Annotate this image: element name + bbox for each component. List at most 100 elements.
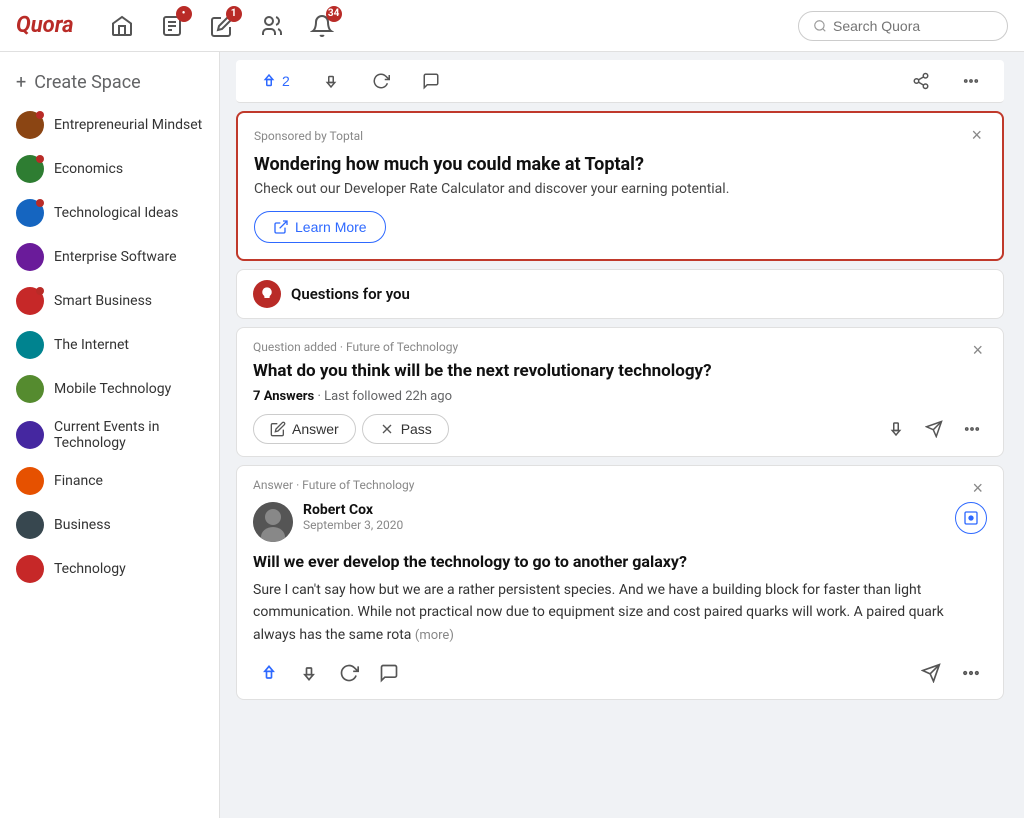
answer-share-refresh-button[interactable] [333,659,365,687]
downvote-icon [887,420,905,438]
answer-card: Answer · Future of Technology × Robert C… [236,465,1004,700]
follow-time: · Last followed 22h ago [317,389,452,404]
question-meta: Question added · Future of Technology [253,340,458,354]
ad-header: Sponsored by Toptal × [238,113,1002,150]
create-space-button[interactable]: + Create Space [0,62,219,103]
upvote-button[interactable]: 2 [252,68,298,94]
downvote-button[interactable] [314,68,348,94]
ellipsis-h-icon [963,420,981,438]
notes-nav-button[interactable]: • [156,10,188,42]
answer-downvote-button[interactable] [293,659,325,687]
pass-button[interactable]: Pass [362,414,449,444]
top-interaction-bar: 2 [236,60,1004,103]
answer-date: September 3, 2020 [303,518,945,532]
learn-more-label: Learn More [295,219,367,235]
sidebar-avatar-wrap [16,199,44,227]
sidebar-item-label: Smart Business [54,293,152,309]
answer-card-body: Answer · Future of Technology × Robert C… [237,466,1003,699]
main-content: 2 [220,52,1020,818]
search-input[interactable] [833,18,993,34]
sidebar-item-current-events-technology[interactable]: Current Events in Technology [0,411,219,459]
avatar-image [253,502,293,542]
share-button[interactable] [364,68,398,94]
sidebar-item-technological-ideas[interactable]: Technological Ideas [0,191,219,235]
sidebar-item-business[interactable]: Business [0,503,219,547]
answer-upvote-button[interactable] [253,659,285,687]
external-link-icon [273,219,289,235]
question-more-actions [881,416,987,442]
refresh-icon [372,72,390,90]
question-stats: 7 Answers · Last followed 22h ago [253,389,987,404]
lightbulb-icon [259,286,275,302]
bookmark-button[interactable] [955,502,987,534]
more-options-button[interactable] [904,68,938,94]
sidebar-avatar-wrap [16,331,44,359]
pass-label: Pass [401,421,432,437]
sidebar-item-technology[interactable]: Technology [0,547,219,591]
comment-button[interactable] [414,68,448,94]
question-card-body: Question added · Future of Technology × … [237,328,1003,456]
bookmark-icon [963,510,979,526]
edit-badge: 1 [226,6,242,22]
sidebar-avatar-wrap [16,243,44,271]
sidebar-item-smart-business[interactable]: Smart Business [0,279,219,323]
sidebar-avatar-wrap [16,287,44,315]
sidebar-item-finance[interactable]: Finance [0,459,219,503]
answer-user-avatar [253,502,293,542]
question-actions: Answer Pass [253,414,987,444]
answer-more-link[interactable]: (more) [415,628,454,643]
sidebar-item-label: Current Events in Technology [54,419,203,451]
answer-button[interactable]: Answer [253,414,356,444]
quora-logo[interactable]: Quora [16,13,74,38]
ellipsis-icon [961,663,981,683]
search-bar[interactable] [798,11,1008,41]
sidebar-dot-badge [36,287,44,295]
answer-user-info: Robert Cox September 3, 2020 [253,502,987,542]
ad-sponsor-label: Sponsored by Toptal [254,129,363,143]
question-downvote-button[interactable] [881,416,911,442]
topnav: Quora • 1 [0,0,1024,52]
answer-close-button[interactable]: × [968,478,987,499]
sidebar-item-entrepreneurial-mindset[interactable]: Entrepreneurial Mindset [0,103,219,147]
question-share-button[interactable] [919,416,949,442]
sidebar-avatar-wrap [16,155,44,183]
ellipsis-icon [962,72,980,90]
comment-icon [379,663,399,683]
sidebar: + Create Space Entrepreneurial Mindset E… [0,52,220,818]
learn-more-button[interactable]: Learn More [254,211,386,243]
answer-ellipsis-button[interactable] [955,659,987,687]
question-card: Question added · Future of Technology × … [236,327,1004,457]
sidebar-item-label: Finance [54,473,103,489]
questions-for-you-bar: Questions for you [236,269,1004,319]
answer-text: Sure I can't say how but we are a rather… [253,579,987,647]
sidebar-avatar-wrap [16,111,44,139]
sidebar-item-enterprise-software[interactable]: Enterprise Software [0,235,219,279]
answer-meta: Answer · Future of Technology [253,478,414,492]
groups-nav-button[interactable] [256,10,288,42]
home-nav-button[interactable] [106,10,138,42]
ellipsis-button[interactable] [954,68,988,94]
sidebar-avatar-wrap [16,511,44,539]
search-icon [813,19,827,33]
ad-close-button[interactable]: × [967,125,986,146]
sidebar-item-label: Entrepreneurial Mindset [54,117,202,133]
question-close-button[interactable]: × [968,340,987,361]
question-ellipsis-button[interactable] [957,416,987,442]
sidebar-item-economics[interactable]: Economics [0,147,219,191]
answer-user-details: Robert Cox September 3, 2020 [303,502,945,532]
sidebar-dot-badge [36,199,44,207]
sidebar-item-label: Enterprise Software [54,249,177,265]
sidebar-item-mobile-technology[interactable]: Mobile Technology [0,367,219,411]
sidebar-avatar-wrap [16,467,44,495]
edit-nav-button[interactable]: 1 [206,10,238,42]
forward-icon [921,663,941,683]
upvote-count: 2 [282,73,290,89]
answer-comment-button[interactable] [373,659,405,687]
question-title: What do you think will be the next revol… [253,361,987,381]
ad-body: Wondering how much you could make at Top… [238,150,1002,259]
answer-label: Answer [292,421,339,437]
notifications-nav-button[interactable]: 34 [306,10,338,42]
answer-actions [253,659,987,687]
sidebar-item-the-internet[interactable]: The Internet [0,323,219,367]
answer-forward-button[interactable] [915,659,947,687]
